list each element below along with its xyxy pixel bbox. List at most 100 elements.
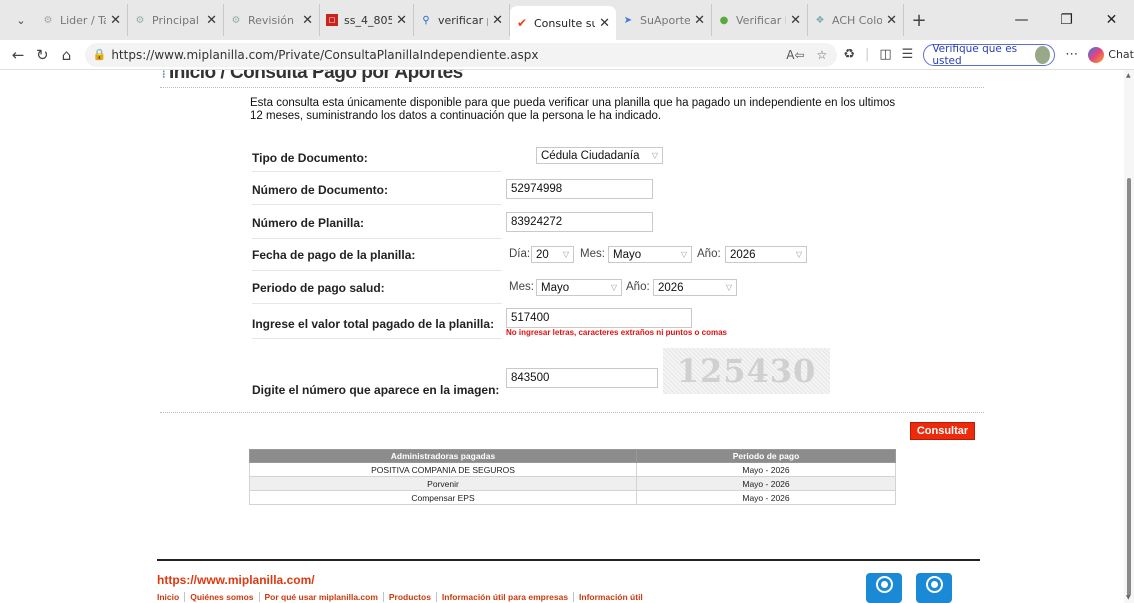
copilot-label: Chat — [1108, 48, 1134, 61]
read-aloud-icon[interactable]: A⇦ — [786, 48, 804, 62]
footer-link-productos[interactable]: Productos — [384, 592, 437, 602]
suaporte-icon: ➤ — [623, 14, 633, 26]
close-icon[interactable]: ✕ — [790, 13, 801, 28]
split-screen-icon[interactable]: ◫ — [879, 47, 891, 62]
tab-verificar-plan-2[interactable]: ●Verificar Plan✕ — [712, 4, 808, 36]
home-icon[interactable]: ⌂ — [54, 46, 78, 64]
close-icon[interactable]: ✕ — [694, 13, 705, 28]
fecha-pago-label: Fecha de pago de la planilla: — [252, 248, 416, 262]
close-icon[interactable]: ✕ — [599, 16, 610, 31]
tab-consulte-su[interactable]: ✔ Consulte su ✕ — [510, 6, 616, 40]
certification-badge-icon — [916, 573, 952, 603]
close-icon[interactable]: ✕ — [396, 13, 407, 28]
footer-link-quienes-somos[interactable]: Quiénes somos — [185, 592, 260, 602]
close-icon[interactable]: ✕ — [110, 13, 121, 28]
browser-tools: ♻ | ◫ ☰ Verifique que es usted ⋯ Chat — [843, 43, 1134, 67]
column-header: Administradoras pagadas — [249, 449, 637, 463]
periodo-anio-select[interactable]: 2026 ▽ — [653, 279, 737, 296]
tab-ss-pdf[interactable]: □ss_4_805490✕ — [320, 4, 414, 36]
ring-icon — [925, 576, 943, 593]
periodo-mes-select[interactable]: Mayo ▽ — [536, 279, 622, 296]
captcha-input[interactable]: 843500 — [506, 368, 658, 388]
divider — [160, 87, 984, 88]
periodo-anio-label: Año: — [626, 281, 650, 293]
valor-label: Ingrese el valor total pagado de la plan… — [252, 317, 495, 331]
breadcrumb-icon: ⁝ — [162, 70, 166, 81]
copilot-chat-button[interactable]: Chat — [1088, 46, 1134, 63]
favorites-list-icon[interactable]: ☰ — [902, 47, 914, 62]
chevron-down-icon: ▽ — [725, 283, 732, 292]
tab-principal-nav[interactable]: ⚙Principal Nav✕ — [128, 4, 224, 36]
scroll-down-icon[interactable]: ▼ — [1126, 594, 1131, 601]
window-controls: — ❐ ✕ — [999, 0, 1134, 40]
close-window-icon[interactable]: ✕ — [1089, 12, 1134, 28]
anio-select[interactable]: 2026 ▽ — [725, 246, 807, 263]
tab-lider-tanio[interactable]: ⚙Lider / Tanio✕ — [36, 4, 128, 36]
divider — [252, 270, 502, 271]
numero-documento-label: Número de Documento: — [252, 183, 389, 197]
close-icon[interactable]: ✕ — [206, 13, 217, 28]
tipo-documento-select[interactable]: Cédula Ciudadanía ▽ — [536, 147, 663, 164]
minimize-icon[interactable]: — — [999, 12, 1044, 28]
verify-identity-button[interactable]: Verifique que es usted — [923, 43, 1056, 67]
tipo-documento-value: Cédula Ciudadanía — [541, 149, 640, 162]
table-row: POSITIVA COMPANIA DE SEGUROS Mayo - 2026 — [249, 462, 896, 477]
ring-icon — [875, 576, 893, 593]
vertical-scrollbar[interactable]: ▲ ▼ — [1124, 70, 1134, 603]
pdf-icon: □ — [326, 14, 338, 26]
consultar-button[interactable]: Consultar — [910, 422, 975, 440]
table-cell: Porvenir — [249, 476, 637, 491]
dia-select[interactable]: 20 ▽ — [531, 246, 574, 263]
footer-link-info-util[interactable]: Información útil — [574, 592, 648, 602]
url-field[interactable]: 🔒 https://www.miplanilla.com/Private/Con… — [84, 42, 838, 67]
captcha-label: Digite el número que aparece en la image… — [252, 383, 500, 397]
tab-actions-chevron-icon[interactable]: ⌄ — [6, 5, 36, 35]
gear-icon: ⚙ — [231, 14, 241, 26]
mes-select[interactable]: Mayo ▽ — [608, 246, 692, 263]
new-tab-plus-icon[interactable]: + — [904, 10, 934, 31]
browser-tab-bar: ⌄ ⚙Lider / Tanio✕ ⚙Principal Nav✕ ⚙Revis… — [0, 0, 1134, 40]
periodo-label: Periodo de pago salud: — [252, 281, 385, 295]
tab-suaporte[interactable]: ➤SuAporte |✕ — [616, 4, 712, 36]
favorite-star-icon[interactable]: ☆ — [817, 48, 828, 62]
ach-icon: ❖ — [815, 14, 825, 26]
avatar — [1035, 45, 1051, 64]
refresh-icon[interactable]: ↻ — [30, 46, 54, 64]
toolbar-divider: | — [864, 47, 870, 62]
gear-icon: ⚙ — [43, 14, 53, 26]
footer-link-inicio[interactable]: Inicio — [157, 592, 186, 602]
close-icon[interactable]: ✕ — [302, 13, 313, 28]
extensions-icon[interactable]: ♻ — [843, 47, 855, 62]
tab-ach-colombia[interactable]: ❖ACH Colomb✕ — [808, 4, 904, 36]
lock-icon: 🔒 — [92, 48, 107, 61]
chevron-down-icon: ▽ — [651, 151, 658, 160]
divider — [252, 238, 502, 239]
tipo-documento-label: Tipo de Documento: — [252, 151, 368, 165]
divider — [252, 338, 502, 339]
valor-input[interactable]: 517400 — [506, 308, 692, 328]
footer-link-por-que-usar[interactable]: Por qué usar miplanilla.com — [260, 592, 384, 602]
scroll-up-icon[interactable]: ▲ — [1126, 72, 1131, 79]
tab-verificar-plan[interactable]: ⚲verificar plan✕ — [414, 4, 510, 36]
table-cell: Mayo - 2026 — [636, 476, 896, 491]
table-cell: Mayo - 2026 — [636, 490, 896, 505]
gear-icon: ⚙ — [135, 14, 145, 26]
dia-label: Día: — [509, 248, 531, 260]
footer-url-link[interactable]: https://www.miplanilla.com/ — [157, 573, 315, 587]
valor-warning: No ingresar letras, caracteres extraños … — [506, 328, 727, 337]
numero-planilla-input[interactable]: 83924272 — [506, 212, 653, 232]
dia-value: 20 — [536, 248, 549, 261]
footer-divider — [157, 559, 980, 561]
scrollbar-thumb[interactable] — [1127, 178, 1131, 596]
leaf-icon: ● — [719, 14, 729, 26]
restore-icon[interactable]: ❐ — [1044, 12, 1089, 28]
tab-revision-dat[interactable]: ⚙Revisión Dat✕ — [224, 4, 320, 36]
footer-link-info-empresas[interactable]: Información útil para empresas — [437, 592, 575, 602]
numero-documento-input[interactable]: 52974998 — [506, 179, 653, 199]
close-icon[interactable]: ✕ — [886, 13, 897, 28]
close-icon[interactable]: ✕ — [492, 13, 503, 28]
page-title: ⁝ Inicio / Consulta Pago por Aportes — [162, 70, 463, 84]
back-arrow-icon[interactable]: ← — [6, 46, 30, 64]
more-menu-icon[interactable]: ⋯ — [1065, 47, 1078, 62]
captcha-image: 125430 — [663, 348, 830, 394]
